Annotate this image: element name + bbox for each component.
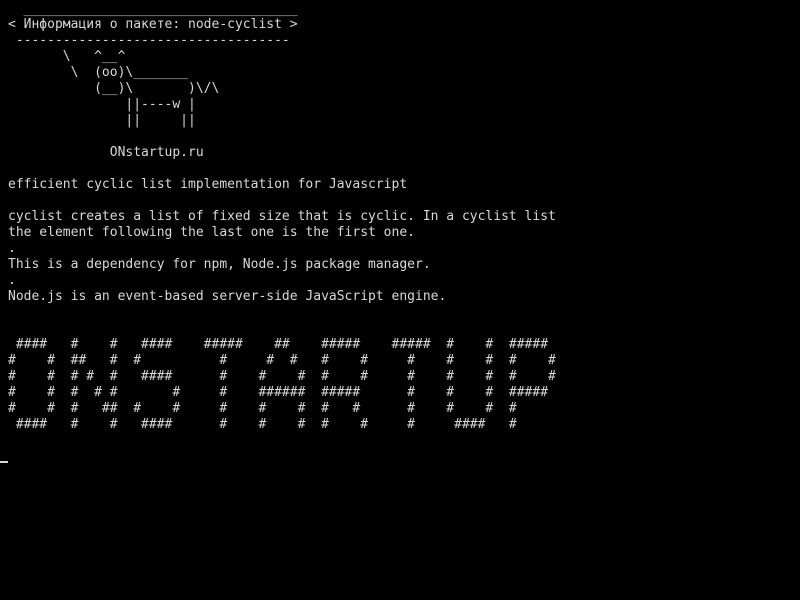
package-summary: efficient cyclic list implementation for… (8, 177, 408, 192)
cow-art-line: ||----w | (8, 97, 196, 112)
ascii-banner-line: # # # ## # # # # # # # # # # # (8, 401, 517, 416)
ascii-banner-line: # # # # # #### # # # # # # # # # # (8, 369, 556, 384)
package-description-line: Node.js is an event-based server-side Ja… (8, 289, 447, 304)
ascii-banner-line: # # ## # # # # # # # # # # # # (8, 353, 556, 368)
cow-art-line: || || (8, 113, 196, 128)
cow-art-line: \ ^__^ (8, 49, 126, 64)
text-cursor[interactable] (0, 461, 8, 463)
package-description-line: the element following the last one is th… (8, 225, 415, 240)
package-description-line: . (8, 241, 16, 256)
message-box-top-border: ___________________________________ (8, 2, 298, 17)
cow-art-line: (__)\ )\/\ (8, 81, 220, 96)
package-description-line: cyclist creates a list of fixed size tha… (8, 209, 556, 224)
ascii-banner-line: #### # # #### ##### ## ##### ##### # # #… (8, 337, 549, 352)
ascii-banner-line: # # # # # # # ###### ##### # # # ##### (8, 385, 549, 400)
message-box-title: < Информация о пакете: node-cyclist > (8, 17, 298, 32)
package-description-line: . (8, 273, 16, 288)
package-description-line: This is a dependency for npm, Node.js pa… (8, 257, 431, 272)
terminal-window[interactable]: ___________________________________ < Ин… (0, 0, 800, 600)
cow-art-line: \ (oo)\_______ (8, 65, 189, 80)
brand-text: ONstartup.ru (8, 145, 204, 160)
message-box-bottom-border: ----------------------------------- (8, 33, 290, 48)
ascii-banner-line: #### # # #### # # # # # # #### # (8, 417, 517, 432)
